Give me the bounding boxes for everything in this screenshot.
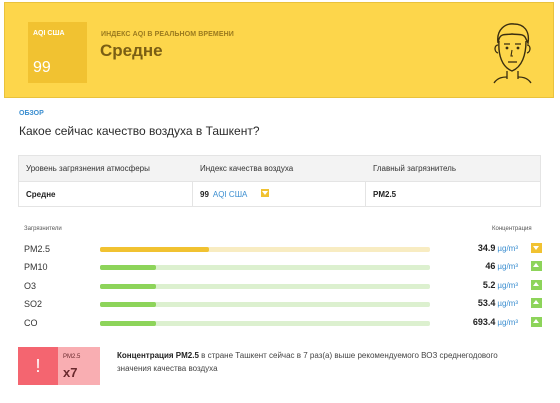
header-main-pollutant: Главный загрязнитель [373,164,456,173]
aqi-score-box: AQI США 99 [28,22,87,83]
pollutant-bar-track [100,302,430,307]
realtime-label: ИНДЕКС AQI В РЕАЛЬНОМ ВРЕМЕНИ [101,31,234,38]
cell-aqi: 99 AQI США [200,190,247,199]
pollutants-header: Загрязнители [24,226,62,232]
pollutant-value: 5.2 [482,280,496,290]
trend-up-icon [531,280,542,290]
pollutant-name: PM10 [24,262,48,272]
pollutant-bar-fill [100,247,209,252]
alert-pollutant: PM2.5 [63,354,81,360]
pollutant-bar-fill [100,321,157,326]
pollutant-unit: µg/m³ [497,244,518,253]
pollutant-bar-fill [100,265,157,270]
pollutant-bar-track [100,321,430,326]
pollutant-bar-track [100,265,430,270]
pollutant-bar-track [100,284,430,289]
who-alert-box: ! PM2.5 x7 [18,347,100,385]
aqi-score-label: AQI США [33,30,65,37]
aqi-summary-table: Уровень загрязнения атмосферы Индекс кач… [18,155,541,207]
overview-label: ОБЗОР [19,110,44,117]
aqi-score-value: 99 [33,59,51,76]
pollutant-value: 34.9 [477,243,496,253]
cell-aqi-value: 99 [200,190,209,199]
who-multiplier: PM2.5 x7 [58,347,100,385]
cell-main-pollutant: PM2.5 [373,190,397,199]
cell-aqi-unit: AQI США [212,190,248,199]
pollutant-value: 46 [485,261,496,271]
header-pollution-level: Уровень загрязнения атмосферы [26,164,150,173]
pollutant-value: 53.4 [477,298,496,308]
pollutant-unit: µg/m³ [497,262,518,271]
pollutant-concentration: 53.4 µg/m³ [478,298,518,308]
pollutant-concentration: 34.9 µg/m³ [478,243,518,253]
pollutant-name: O3 [24,281,37,291]
aqi-level: Средне [100,41,163,60]
concentration-header: Концентрация [492,226,532,232]
pollutant-row: SO2 53.4 µg/m³ [24,296,542,314]
cell-pollution-level: Средне [26,190,56,199]
trend-down-icon [531,243,542,253]
overview-question: Какое сейчас качество воздуха в Ташкент? [19,124,260,138]
face-icon [488,17,536,85]
trend-down-icon [261,189,269,197]
pollutant-row: PM10 46 µg/m³ [24,259,542,277]
pollutant-concentration: 5.2 µg/m³ [483,280,518,290]
pollutant-row: O3 5.2 µg/m³ [24,278,542,296]
pollutant-concentration: 46 µg/m³ [485,261,518,271]
trend-up-icon [531,261,542,271]
pollutant-name: CO [24,318,38,328]
pollutant-value: 693.4 [472,317,496,327]
trend-up-icon [531,317,542,327]
column-divider [192,182,193,206]
alert-text: Концентрация PM2.5 в стране Ташкент сейч… [117,349,527,375]
pollutant-row: PM2.5 34.9 µg/m³ [24,241,542,259]
table-header: Уровень загрязнения атмосферы Индекс кач… [19,156,540,182]
pollutant-row: CO 693.4 µg/m³ [24,315,542,333]
aqi-header: AQI США 99 ИНДЕКС AQI В РЕАЛЬНОМ ВРЕМЕНИ… [4,2,554,98]
trend-up-icon [531,298,542,308]
pollutant-unit: µg/m³ [497,318,518,327]
pollutant-unit: µg/m³ [497,281,518,290]
pollutant-name: PM2.5 [24,244,51,254]
column-divider [365,182,366,206]
alert-text-bold: Концентрация PM2.5 [117,351,199,360]
pollutant-concentration: 693.4 µg/m³ [473,317,518,327]
pollutant-bar-fill [100,302,157,307]
pollutant-name: SO2 [24,299,43,309]
header-aqi: Индекс качества воздуха [200,164,294,173]
pollutant-bar-fill [100,284,157,289]
alert-multiplier: x7 [63,365,78,380]
warning-icon: ! [18,347,58,385]
pollutant-bar-track [100,247,430,252]
pollutant-unit: µg/m³ [497,299,518,308]
